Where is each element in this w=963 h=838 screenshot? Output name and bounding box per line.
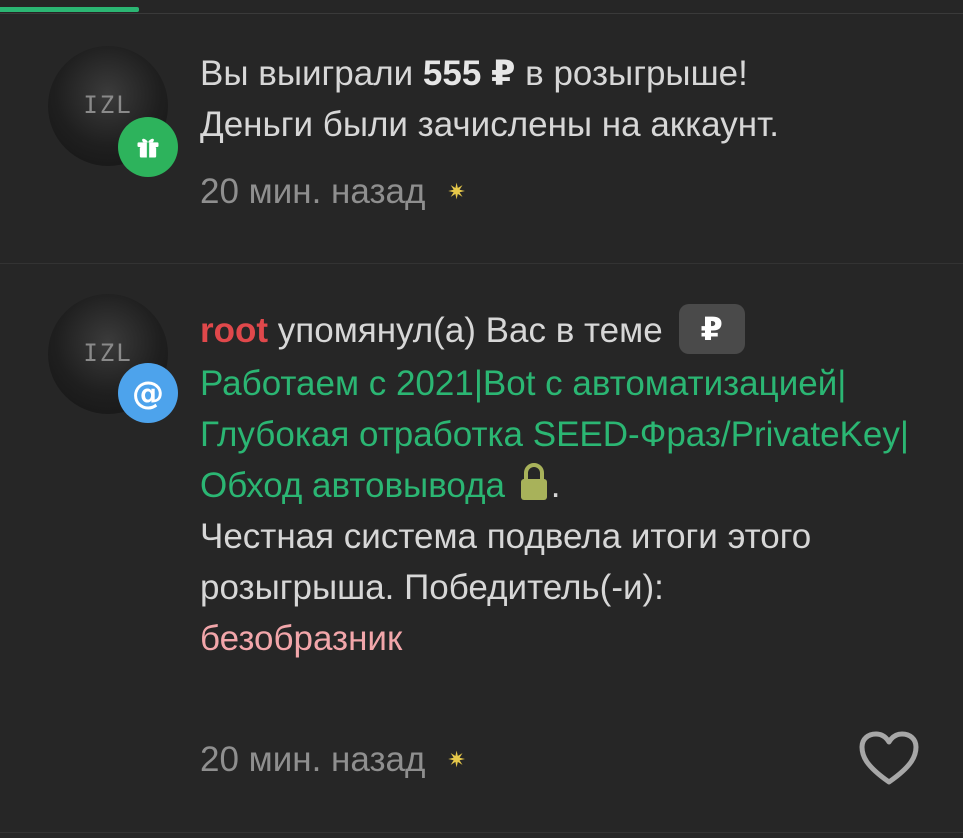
prize-amount: 555 ₽	[422, 54, 516, 93]
notifications-screen: IZL Вы выиграли 555 ₽ в розыгрыше! Деньг…	[0, 0, 963, 838]
at-icon: @	[132, 374, 164, 412]
timestamp-row: 20 мин. назад ✷	[200, 172, 466, 212]
message-text: Честная система подвела итоги этого розы…	[200, 516, 812, 607]
avatar-mark: IZL	[83, 339, 133, 367]
avatar-mark: IZL	[83, 91, 133, 119]
thread-prefix-badge: ₽	[678, 303, 745, 354]
divider	[0, 832, 963, 833]
gift-icon	[137, 138, 159, 158]
notification-item-prize[interactable]: IZL Вы выиграли 555 ₽ в розыгрыше! Деньг…	[0, 14, 963, 263]
notification-text: Вы выиграли 555 ₽ в розыгрыше! Деньги бы…	[200, 48, 930, 150]
message-text: в розыгрыше!	[515, 54, 748, 93]
timestamp: 20 мин. назад	[200, 740, 426, 779]
active-tab-indicator	[0, 7, 139, 12]
timestamp-row: 20 мин. назад ✷	[200, 740, 466, 780]
heart-icon	[859, 731, 919, 785]
sparkle-icon: ✷	[447, 747, 466, 772]
gift-badge	[118, 117, 178, 177]
mention-badge: @	[118, 363, 178, 423]
timestamp: 20 мин. назад	[200, 172, 426, 211]
winner-username[interactable]: безобразник	[200, 619, 402, 658]
lock-icon	[520, 462, 547, 500]
message-text: .	[550, 465, 561, 505]
message-text: упомянул(а) Вас в теме	[268, 311, 663, 350]
like-button[interactable]	[858, 730, 920, 788]
notification-item-mention[interactable]: IZL @ root упомянул(а) Вас в теме ₽ Работ…	[0, 264, 963, 832]
notification-text: root упомянул(а) Вас в теме ₽ Работаем с …	[200, 303, 930, 664]
message-text: Деньги были зачислены на аккаунт.	[200, 105, 779, 144]
username-link[interactable]: root	[200, 311, 268, 350]
message-text: Вы выиграли	[200, 54, 423, 93]
sparkle-icon: ✷	[447, 179, 466, 204]
